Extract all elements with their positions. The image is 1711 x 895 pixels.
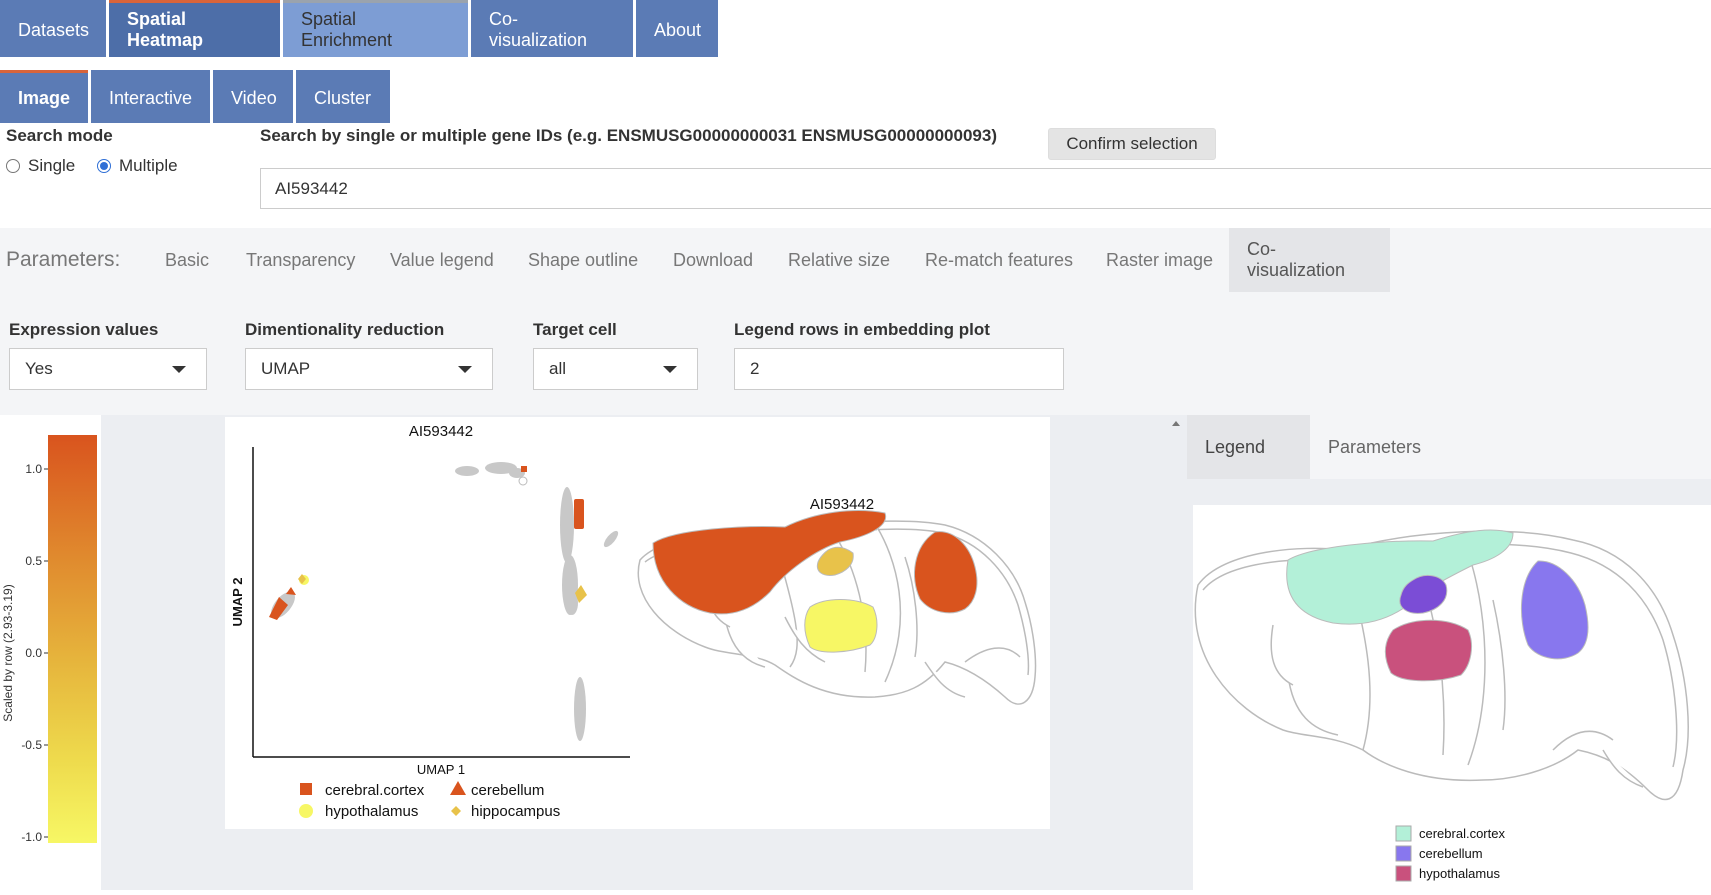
subtab-interactive[interactable]: Interactive: [91, 70, 210, 123]
colorbar-axis-label: Scaled by row (2.93-3.19): [1, 584, 15, 721]
legend-label: cerebral.cortex: [325, 782, 425, 799]
legend-diamond-icon: [451, 806, 461, 816]
embedding-ylabel: UMAP 2: [230, 578, 245, 627]
dim-reduction-value: UMAP: [261, 359, 311, 378]
legend-label: cerebral.cortex: [1419, 826, 1505, 841]
param-tab-download[interactable]: Download: [655, 228, 771, 292]
colorbar-tick: -1.0: [21, 830, 42, 844]
colorbar-tick: 0.0: [25, 646, 42, 660]
legend-swatch: [1395, 865, 1412, 882]
embedding-title: AI593442: [409, 423, 473, 440]
subtab-video[interactable]: Video: [213, 70, 293, 123]
gene-search-label: Search by single or multiple gene IDs (e…: [260, 126, 997, 145]
target-cell-label: Target cell: [533, 320, 617, 339]
legend-panel: cerebral.cortex cerebellum hypothalamus: [1193, 505, 1711, 890]
radio-single-circle[interactable]: [6, 159, 20, 173]
legend-label: hippocampus: [471, 803, 560, 820]
radio-single-label: Single: [28, 156, 76, 175]
region-hypothalamus: [804, 599, 878, 653]
dim-reduction-select[interactable]: UMAP: [245, 348, 493, 390]
param-tab-basic[interactable]: Basic: [147, 228, 227, 292]
radio-multiple-label: Multiple: [119, 156, 178, 175]
chevron-down-icon: [458, 366, 472, 373]
param-tab-transparency[interactable]: Transparency: [228, 228, 373, 292]
expression-values-value: Yes: [25, 359, 53, 378]
confirm-selection-button[interactable]: Confirm selection: [1048, 128, 1216, 160]
main-nav: Datasets Spatial Heatmap Spatial Enrichm…: [0, 0, 718, 57]
search-mode-label: Search mode: [6, 126, 113, 145]
legend-rows-value: 2: [750, 359, 760, 378]
legend-label: hypothalamus: [325, 803, 418, 820]
param-tab-raster-image[interactable]: Raster image: [1088, 228, 1231, 292]
radio-multiple-circle[interactable]: [97, 159, 111, 173]
chevron-down-icon: [172, 366, 186, 373]
legend-svg: cerebral.cortex cerebellum hypothalamus: [1194, 529, 1689, 882]
parameters-label: Parameters:: [6, 248, 121, 271]
legend-triangle-icon: [450, 781, 466, 795]
colorbar-panel: 1.0 0.5 0.0 -0.5 -1.0 Scaled by row (2.9…: [0, 415, 101, 890]
radio-single[interactable]: Single: [6, 156, 75, 176]
legend-label: hypothalamus: [1419, 866, 1500, 881]
tab-spatial-enrichment[interactable]: Spatial Enrichment: [283, 0, 468, 57]
subtab-image[interactable]: Image: [0, 70, 88, 123]
colorbar-gradient: [48, 435, 97, 843]
embedding-legend: cerebral.cortex cerebellum hypothalamus …: [299, 781, 560, 820]
tab-parameters[interactable]: Parameters: [1310, 415, 1439, 479]
legend-rows-label: Legend rows in embedding plot: [734, 320, 990, 339]
colorbar-svg: 1.0 0.5 0.0 -0.5 -1.0 Scaled by row (2.9…: [1, 435, 97, 844]
subtab-cluster[interactable]: Cluster: [296, 70, 390, 123]
colorbar-tick: -0.5: [21, 738, 42, 752]
dim-reduction-label: Dimentionality reduction: [245, 320, 445, 339]
param-tab-value-legend[interactable]: Value legend: [372, 228, 512, 292]
co-visualization-figure: AI593442 UMAP 1 UMAP 2 cerebral.cortex c…: [225, 417, 1050, 829]
legend-swatch: [1395, 845, 1412, 862]
sub-nav: Image Interactive Video Cluster: [0, 70, 390, 123]
param-tab-co-visualization[interactable]: Co-visualization: [1229, 228, 1390, 292]
tab-legend[interactable]: Legend: [1187, 415, 1310, 479]
radio-multiple[interactable]: Multiple: [97, 156, 178, 176]
legend-swatch: [1395, 825, 1412, 842]
tab-spatial-heatmap[interactable]: Spatial Heatmap: [109, 0, 280, 57]
right-panel-tabs: Legend Parameters: [1187, 415, 1711, 479]
parameters-bar: Parameters: Basic Transparency Value leg…: [0, 228, 1711, 292]
legend-rows-input[interactable]: 2: [734, 348, 1064, 390]
controls-panel: Expression values Yes Dimentionality red…: [0, 292, 1711, 415]
scroll-up-icon[interactable]: [1172, 421, 1180, 426]
tab-about[interactable]: About: [636, 0, 718, 57]
param-tab-relative-size[interactable]: Relative size: [770, 228, 908, 292]
gene-search-input[interactable]: AI593442: [260, 168, 1711, 209]
figure-svg: AI593442 UMAP 1 UMAP 2 cerebral.cortex c…: [230, 423, 1037, 820]
colorbar-tick: 1.0: [25, 462, 42, 476]
embedding-xlabel: UMAP 1: [417, 762, 465, 777]
tab-datasets[interactable]: Datasets: [0, 0, 106, 57]
embedding-points: [269, 462, 619, 741]
expression-values-label: Expression values: [9, 320, 159, 339]
param-tab-shape-outline[interactable]: Shape outline: [510, 228, 656, 292]
legend-region-hypothalamus: [1384, 619, 1472, 682]
expression-values-select[interactable]: Yes: [9, 348, 207, 390]
tab-co-visualization[interactable]: Co-visualization: [471, 0, 633, 57]
target-cell-select[interactable]: all: [533, 348, 698, 390]
target-cell-value: all: [549, 359, 567, 378]
legend-label: cerebellum: [1419, 846, 1483, 861]
legend-circle-icon: [299, 804, 313, 818]
colorbar-tick: 0.5: [25, 554, 42, 568]
chevron-down-icon: [663, 366, 677, 373]
legend-label: cerebellum: [471, 782, 544, 799]
legend-square-icon: [300, 783, 312, 795]
param-tab-rematch-features[interactable]: Re-match features: [907, 228, 1091, 292]
